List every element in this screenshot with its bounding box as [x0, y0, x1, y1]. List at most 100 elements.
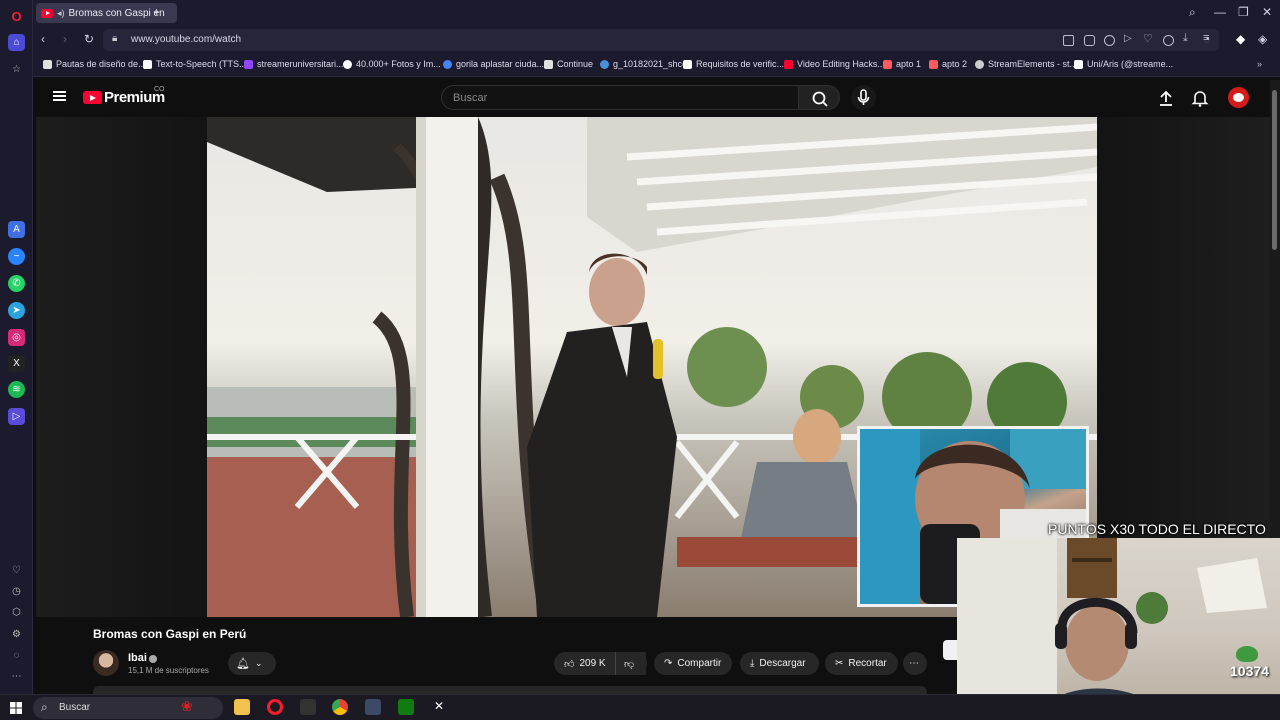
bookmark-item[interactable]: StreamElements - st...: [975, 59, 1077, 69]
search-input[interactable]: Buscar: [441, 85, 799, 110]
clip-button[interactable]: ✂ Recortar: [825, 652, 898, 675]
account-avatar[interactable]: [1228, 87, 1249, 108]
telegram-icon[interactable]: ➤: [8, 302, 25, 319]
forward-icon[interactable]: ›: [63, 32, 67, 46]
subscriber-count: 15,1 M de suscriptores: [128, 666, 209, 675]
channel-name[interactable]: Ibai: [128, 652, 147, 664]
bookmark-item[interactable]: Video Editing Hacks...: [784, 59, 885, 69]
box-icon[interactable]: ⬡: [8, 604, 25, 621]
more-icon[interactable]: ⋯: [8, 668, 25, 685]
shield-icon[interactable]: [1104, 35, 1115, 46]
bookmark-item[interactable]: apto 1: [883, 59, 921, 69]
star-icon[interactable]: ☆: [8, 61, 25, 78]
taskbar-search[interactable]: ⌕ Buscar ❀: [33, 697, 223, 719]
voice-search-button[interactable]: [851, 85, 876, 110]
bookmarks-bar: Pautas de diseño de... Text-to-Speech (T…: [33, 54, 1280, 77]
aria-icon[interactable]: A: [8, 221, 25, 238]
webcam-2-scene: [957, 538, 1280, 720]
extension-icon[interactable]: ◈: [1258, 32, 1267, 46]
bookmark-item[interactable]: apto 2: [929, 59, 967, 69]
notifications-bell-icon[interactable]: [1191, 89, 1209, 107]
youtube-icon: [784, 59, 793, 69]
bookmark-item[interactable]: Pautas de diseño de...: [43, 59, 146, 69]
airbnb-icon: [929, 59, 938, 69]
new-tab-button[interactable]: +: [153, 5, 160, 19]
player-icon[interactable]: ▷: [8, 408, 25, 425]
opera-logo-icon[interactable]: O: [8, 8, 25, 25]
instagram-icon[interactable]: ◎: [8, 329, 25, 346]
heart-icon[interactable]: ♡: [8, 562, 25, 579]
pepe-emote-icon: [1236, 646, 1258, 662]
heart-outline-icon[interactable]: ♡: [1143, 32, 1154, 45]
download-button[interactable]: ⤓ Descargar: [740, 652, 819, 675]
bookmark-item[interactable]: 40.000+ Fotos y Im...: [343, 59, 441, 69]
profile-icon[interactable]: ◔: [1203, 32, 1210, 46]
url-field[interactable]: 🔒︎ www.youtube.com/watch ▷ ♡ ⤓ ≡: [103, 29, 1219, 51]
lock-icon: 🔒︎: [112, 33, 118, 44]
edit-icon[interactable]: [1063, 35, 1074, 46]
clock-icon[interactable]: [1163, 35, 1174, 46]
close-button[interactable]: ✕: [1262, 5, 1272, 19]
download-icon[interactable]: ⤓: [1183, 32, 1194, 44]
file-explorer-icon[interactable]: [234, 699, 250, 715]
description-box[interactable]: [93, 686, 927, 694]
share-icon: ↷: [664, 658, 673, 669]
capcut-icon[interactable]: ✕: [431, 699, 447, 715]
scrollbar-thumb[interactable]: [1272, 90, 1277, 250]
bookmark-item[interactable]: streameruniversitari...: [244, 59, 344, 69]
bookmark-item[interactable]: Uni/Aris (@streame...: [1074, 59, 1173, 69]
back-icon[interactable]: ‹: [41, 32, 45, 46]
clip-label: Recortar: [848, 658, 887, 669]
whatsapp-icon[interactable]: ✆: [8, 275, 25, 292]
app-icon[interactable]: [300, 699, 316, 715]
youtube-favicon-icon: [41, 8, 53, 18]
search-icon: [812, 91, 828, 107]
channel-avatar[interactable]: [93, 650, 119, 676]
thumbs-down-icon: 👎︎: [624, 658, 635, 670]
search-placeholder: Buscar: [453, 92, 488, 104]
maximize-button[interactable]: ❐: [1238, 5, 1249, 19]
download-icon: ⤓: [750, 658, 755, 669]
xbox-icon[interactable]: [398, 699, 414, 715]
windows-start-icon[interactable]: [10, 702, 22, 714]
calculator-icon[interactable]: [365, 699, 381, 715]
more-actions-button[interactable]: ⋯: [903, 652, 927, 675]
upload-icon[interactable]: [1157, 89, 1175, 107]
bookmark-item[interactable]: Text-to-Speech (TTS...: [143, 59, 247, 69]
reload-icon[interactable]: ↻: [84, 32, 94, 46]
bookmark-item[interactable]: Requisitos de verific...: [683, 59, 784, 69]
search-button[interactable]: [798, 85, 840, 110]
bookmark-item[interactable]: g_10182021_shcc: [600, 59, 687, 69]
points-counter: 10374: [1230, 663, 1269, 679]
side-chip[interactable]: [943, 640, 957, 660]
hamburger-menu-icon[interactable]: [53, 91, 66, 101]
country-code: CO: [154, 86, 165, 93]
search-tabs-icon[interactable]: ⌕: [1189, 5, 1196, 20]
bookmark-item[interactable]: gorila aplastar ciuda...: [443, 59, 544, 69]
bookmark-item[interactable]: Continue: [544, 59, 593, 69]
youtube-logo-icon[interactable]: [83, 91, 102, 104]
dislike-button[interactable]: 👎︎: [615, 652, 647, 675]
spotify-icon[interactable]: ≋: [8, 381, 25, 398]
bulb-icon[interactable]: ◌: [8, 647, 25, 664]
address-bar: ‹ › ↻ 🔒︎ www.youtube.com/watch ▷ ♡ ⤓ ≡ ◔…: [33, 26, 1280, 54]
webcam-overlay-2: [957, 538, 1280, 720]
x-twitter-icon[interactable]: X: [8, 355, 25, 372]
messenger-icon[interactable]: ~: [8, 248, 25, 265]
history-icon[interactable]: ◷: [8, 583, 25, 600]
settings-icon[interactable]: ⚙: [8, 626, 25, 643]
home-icon[interactable]: ⌂: [8, 34, 25, 51]
opera-taskbar-icon[interactable]: [267, 699, 283, 715]
camera-icon[interactable]: [1084, 35, 1095, 46]
poinsettia-icon: ❀: [181, 698, 193, 714]
vpn-icon[interactable]: ◆: [1236, 32, 1245, 46]
points-banner: PUNTOS X30 TODO EL DIRECTO: [1048, 521, 1266, 537]
send-icon[interactable]: ▷: [1124, 33, 1135, 44]
bookmarks-overflow-icon[interactable]: »: [1257, 59, 1262, 69]
minimize-button[interactable]: —: [1214, 5, 1226, 19]
streamelements-icon: [975, 59, 984, 69]
notification-bell-button[interactable]: 🔔︎ ⌄: [228, 652, 276, 675]
chrome-icon[interactable]: [332, 699, 348, 715]
share-button[interactable]: ↷ Compartir: [654, 652, 732, 675]
tiktok-icon: [1074, 59, 1083, 69]
